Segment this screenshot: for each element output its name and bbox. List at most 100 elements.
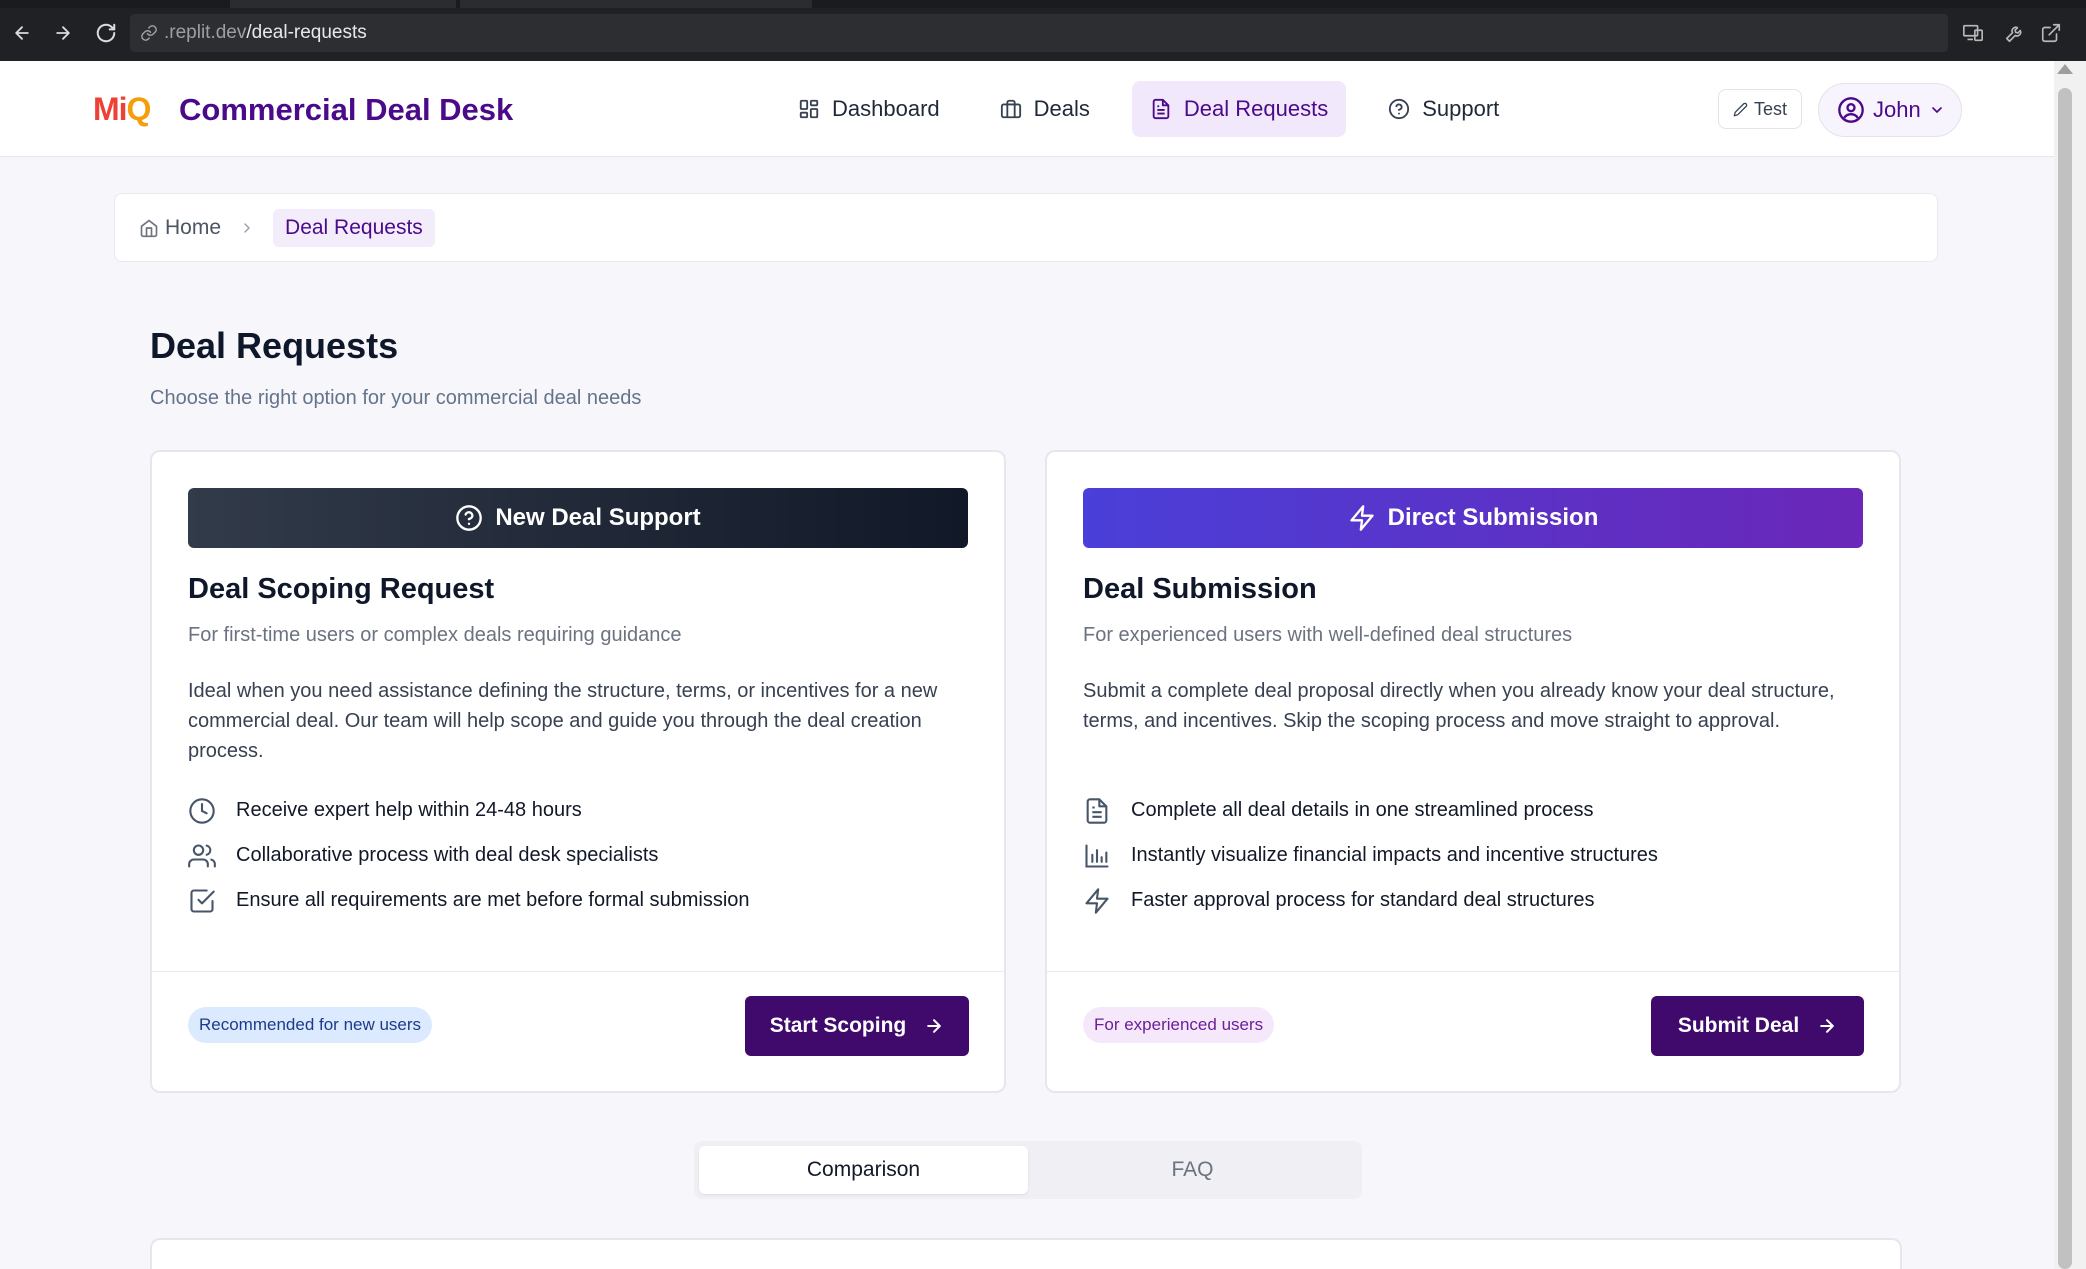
nav-deals-label: Deals [1033, 96, 1090, 121]
feature-text: Ensure all requirements are met before f… [236, 889, 750, 911]
tools-button[interactable] [2000, 18, 2030, 48]
chevron-right-icon [239, 220, 255, 236]
nav-deal-requests[interactable]: Deal Requests [1131, 81, 1347, 137]
submit-deal-label: Submit Deal [1677, 1014, 1800, 1037]
app-header: MiQ Commercial Deal Desk Dashboard Deals… [0, 61, 2054, 157]
reload-icon [96, 23, 116, 43]
file-text-icon [1150, 98, 1172, 120]
users-icon [188, 842, 218, 870]
submit-deal-button[interactable]: Submit Deal [1651, 996, 1864, 1056]
browser-tab[interactable] [460, 0, 812, 8]
start-scoping-label: Start Scoping [769, 1014, 907, 1037]
nav-deal-requests-label: Deal Requests [1183, 96, 1329, 121]
deal-submission-card: Direct Submission Deal Submission For ex… [1045, 450, 1901, 1093]
feature-text: Collaborative process with deal desk spe… [236, 844, 659, 866]
feature-list: Complete all deal details in one streaml… [1083, 788, 1873, 923]
reload-button[interactable] [91, 18, 121, 48]
clock-icon [188, 797, 218, 825]
nav-support[interactable]: Support [1370, 81, 1517, 137]
file-text-icon [1083, 797, 1113, 825]
recommended-badge: Recommended for new users [188, 1007, 433, 1043]
list-item: Instantly visualize financial impacts an… [1083, 833, 1873, 878]
user-menu-button[interactable]: John [1818, 83, 1962, 137]
tab-content-panel [150, 1238, 1902, 1269]
dashboard-icon [798, 98, 820, 120]
card-heading: Deal Scoping Request [188, 573, 495, 605]
cast-button[interactable] [1958, 18, 1988, 48]
card-banner: Direct Submission [1083, 488, 1863, 548]
feature-text: Receive expert help within 24-48 hours [236, 799, 582, 821]
arrow-right-icon [56, 26, 70, 40]
card-divider [1047, 971, 1899, 972]
card-description: Ideal when you need assistance defining … [188, 680, 938, 762]
lightning-icon [1083, 887, 1113, 915]
browser-tab[interactable] [230, 0, 456, 8]
help-circle-icon [1388, 98, 1410, 120]
tab-faq[interactable]: FAQ [1028, 1146, 1357, 1194]
user-name: John [1873, 97, 1921, 122]
forward-button[interactable] [48, 18, 78, 48]
logo-part-2: Q [126, 91, 152, 127]
help-circle-icon [455, 504, 483, 532]
chevron-down-icon [1929, 102, 1945, 118]
arrow-right-icon [924, 1016, 944, 1036]
list-item: Receive expert help within 24-48 hours [188, 788, 978, 833]
nav-deals[interactable]: Deals [982, 81, 1108, 137]
card-description: Submit a complete deal proposal directly… [1083, 680, 1835, 732]
home-icon [139, 218, 159, 238]
nav-dashboard[interactable]: Dashboard [780, 81, 958, 137]
pencil-icon [1733, 102, 1748, 117]
url-path: /deal-requests [246, 22, 367, 43]
card-heading: Deal Submission [1083, 573, 1317, 605]
tab-comparison[interactable]: Comparison [699, 1146, 1028, 1194]
app-title: Commercial Deal Desk [179, 92, 514, 127]
feature-text: Complete all deal details in one streaml… [1131, 799, 1594, 821]
breadcrumb-current: Deal Requests [273, 208, 435, 247]
url-domain: .replit.dev [164, 22, 247, 43]
card-lead: For experienced users with well-defined … [1083, 624, 1573, 646]
card-lead: For first-time users or complex deals re… [188, 624, 682, 646]
scrollbar-thumb[interactable] [2058, 88, 2072, 1269]
feature-text: Instantly visualize financial impacts an… [1131, 844, 1658, 866]
feature-text: Faster approval process for standard dea… [1131, 889, 1595, 911]
card-divider [152, 971, 1004, 972]
experienced-badge: For experienced users [1083, 1007, 1275, 1043]
devices-icon [1963, 24, 1983, 42]
nav-dashboard-label: Dashboard [832, 96, 940, 121]
bar-chart-icon [1083, 842, 1113, 870]
breadcrumb: Home Deal Requests [114, 193, 1938, 262]
brand-logo[interactable]: MiQ [93, 91, 152, 128]
page-title: Deal Requests [150, 325, 399, 366]
deal-scoping-card: New Deal Support Deal Scoping Request Fo… [150, 450, 1006, 1093]
breadcrumb-home[interactable]: Home [139, 216, 221, 240]
start-scoping-button[interactable]: Start Scoping [745, 996, 969, 1056]
back-button[interactable] [7, 18, 37, 48]
test-button-label: Test [1753, 98, 1787, 119]
nav-support-label: Support [1422, 96, 1500, 121]
link-icon [140, 24, 158, 42]
arrow-right-icon [1817, 1016, 1837, 1036]
briefcase-icon [1000, 98, 1022, 120]
test-button[interactable]: Test [1718, 89, 1802, 129]
wrench-icon [2005, 26, 2022, 43]
open-external-button[interactable] [2036, 18, 2066, 48]
page-subtitle: Choose the right option for your commerc… [150, 387, 642, 409]
info-tabs: Comparison FAQ [694, 1141, 1362, 1199]
list-item: Complete all deal details in one streaml… [1083, 788, 1873, 833]
feature-list: Receive expert help within 24-48 hours C… [188, 788, 978, 923]
user-circle-icon [1837, 96, 1865, 124]
scroll-up-arrow[interactable] [2057, 64, 2073, 74]
lightning-icon [1348, 504, 1376, 532]
browser-toolbar: .replit.dev /deal-requests [0, 0, 2086, 61]
breadcrumb-home-label: Home [165, 215, 222, 239]
card-banner: New Deal Support [188, 488, 968, 548]
card-banner-label: Direct Submission [1387, 504, 1599, 531]
url-field[interactable]: .replit.dev /deal-requests [130, 14, 1948, 52]
check-square-icon [188, 887, 218, 915]
list-item: Collaborative process with deal desk spe… [188, 833, 978, 878]
list-item: Ensure all requirements are met before f… [188, 878, 978, 923]
browser-tab-strip [0, 0, 2086, 8]
arrow-left-icon [15, 26, 29, 40]
list-item: Faster approval process for standard dea… [1083, 878, 1873, 923]
logo-part-1: Mi [93, 91, 128, 127]
